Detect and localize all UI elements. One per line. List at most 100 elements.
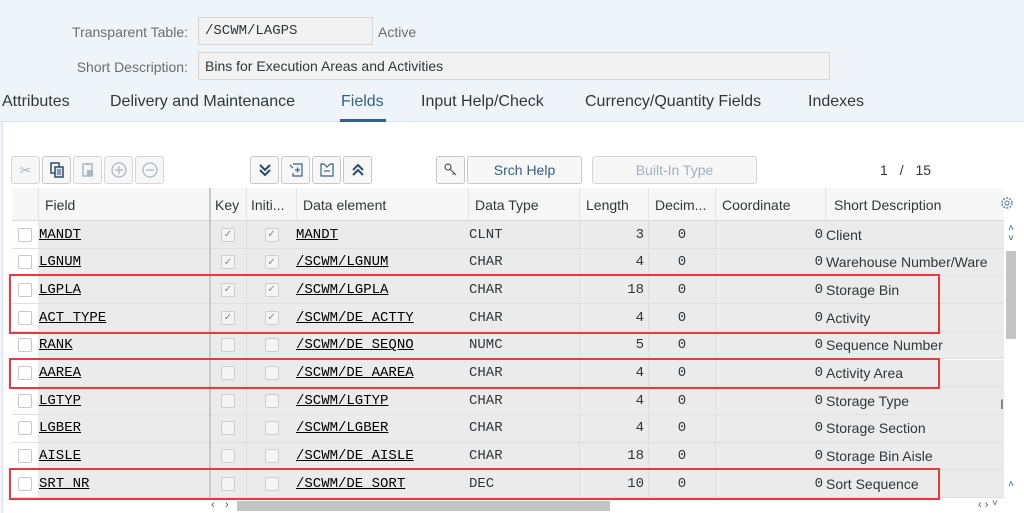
length-cell[interactable]: 4 xyxy=(579,414,648,442)
tab-delivery-and-maintenance[interactable]: Delivery and Maintenance xyxy=(110,93,295,111)
field-name-link[interactable]: AISLE xyxy=(39,443,211,470)
data-element-text[interactable]: /SCWM/DE_SEQNO xyxy=(296,337,414,353)
row-selector[interactable] xyxy=(12,442,38,470)
data-element-text[interactable]: /SCWM/DE_ACTTY xyxy=(296,310,414,326)
scroll-right-icon[interactable]: › xyxy=(225,499,229,511)
field-name-link[interactable]: MANDT xyxy=(39,221,211,248)
decimals-cell[interactable]: 0 xyxy=(648,387,715,415)
table-row[interactable]: MANDT ✓ ✓ MANDT CLNT 3 0 0 Client xyxy=(12,221,1004,249)
data-type-cell[interactable]: CHAR xyxy=(469,415,580,442)
data-element-link[interactable]: /SCWM/DE_ACTTY xyxy=(296,304,468,331)
scroll-left-right-icon[interactable]: ‹ › xyxy=(978,499,988,511)
scroll-down-icon[interactable]: ˅ xyxy=(1004,233,1018,244)
data-element-link[interactable]: /SCWM/DE_SORT xyxy=(296,470,468,497)
decimals-cell[interactable]: 0 xyxy=(648,442,715,470)
key-checkbox[interactable] xyxy=(221,449,235,464)
initial-values-checkbox[interactable] xyxy=(264,338,279,353)
coordinate-cell[interactable]: 0 xyxy=(715,359,825,387)
col-header-field[interactable]: Field xyxy=(38,188,210,221)
key-checkbox[interactable] xyxy=(221,338,235,353)
data-element-text[interactable]: /SCWM/DE_SORT xyxy=(296,476,405,492)
field-name-link[interactable]: LGBER xyxy=(39,415,211,442)
data-type-cell[interactable]: CHAR xyxy=(469,249,580,276)
col-header-short-description[interactable]: Short Description xyxy=(825,188,1004,221)
data-element-text[interactable]: /SCWM/LGPLA xyxy=(296,282,388,298)
length-cell[interactable]: 4 xyxy=(579,359,648,387)
data-element-text[interactable]: /SCWM/DE_AISLE xyxy=(296,448,414,464)
coordinate-cell[interactable]: 0 xyxy=(715,331,825,359)
coordinate-cell[interactable]: 0 xyxy=(715,470,825,498)
length-cell[interactable]: 5 xyxy=(579,331,648,359)
expand-all-button[interactable] xyxy=(250,156,279,184)
data-element-link[interactable]: /SCWM/DE_AISLE xyxy=(296,443,468,470)
col-header-initial[interactable]: Initi... xyxy=(246,188,296,221)
insert-row-button[interactable] xyxy=(281,156,310,184)
delete-row-button[interactable] xyxy=(312,156,341,184)
data-element-link[interactable]: /SCWM/LGPLA xyxy=(296,276,468,303)
row-selector[interactable] xyxy=(12,414,38,442)
search-help-button[interactable]: Srch Help xyxy=(467,156,582,184)
data-element-text[interactable]: /SCWM/LGTYP xyxy=(296,393,388,409)
row-select-checkbox[interactable] xyxy=(18,393,32,408)
data-element-link[interactable]: MANDT xyxy=(296,221,468,248)
table-row[interactable]: LGNUM ✓ ✓ /SCWM/LGNUM CHAR 4 0 0 Warehou… xyxy=(12,248,1004,277)
row-selector[interactable] xyxy=(12,470,38,498)
short-description-field[interactable]: Bins for Execution Areas and Activities xyxy=(198,52,830,80)
length-cell[interactable]: 4 xyxy=(579,248,648,276)
key-checkbox[interactable]: ✓ xyxy=(221,255,235,270)
data-element-link[interactable]: /SCWM/DE_AAREA xyxy=(296,360,468,387)
decimals-cell[interactable]: 0 xyxy=(648,221,715,248)
coordinate-cell[interactable]: 0 xyxy=(715,387,825,415)
initial-values-checkbox[interactable] xyxy=(264,449,279,464)
length-cell[interactable]: 4 xyxy=(579,387,648,415)
data-element-text[interactable]: /SCWM/LGNUM xyxy=(296,254,388,270)
row-selector[interactable] xyxy=(12,387,38,415)
data-element-link[interactable]: /SCWM/LGBER xyxy=(296,415,468,442)
table-row[interactable]: LGBER /SCWM/LGBER CHAR 4 0 0 Storage Sec… xyxy=(12,414,1004,443)
data-type-cell[interactable]: CHAR xyxy=(469,304,580,331)
field-name-link[interactable]: AAREA xyxy=(39,360,211,387)
scroll-down-bottom-icon[interactable]: ˅ xyxy=(992,498,998,509)
coordinate-cell[interactable]: 0 xyxy=(715,248,825,276)
field-name-link[interactable]: LGTYP xyxy=(39,387,211,414)
data-element-link[interactable]: /SCWM/LGNUM xyxy=(296,249,468,276)
coordinate-cell[interactable]: 0 xyxy=(715,221,825,248)
data-element-text[interactable]: /SCWM/LGBER xyxy=(296,420,388,436)
table-row[interactable]: AAREA /SCWM/DE_AAREA CHAR 4 0 0 Activity… xyxy=(12,359,1004,388)
table-row[interactable]: AISLE /SCWM/DE_AISLE CHAR 18 0 0 Storage… xyxy=(12,442,1004,471)
table-row[interactable]: RANK /SCWM/DE_SEQNO NUMC 5 0 0 Sequence … xyxy=(12,331,1004,360)
col-header-decimals[interactable]: Decim... xyxy=(648,188,715,221)
data-type-cell[interactable]: CHAR xyxy=(469,276,580,303)
row-selector[interactable] xyxy=(12,248,38,276)
gear-icon[interactable] xyxy=(1000,196,1014,210)
coordinate-cell[interactable]: 0 xyxy=(715,442,825,470)
row-select-checkbox[interactable] xyxy=(18,255,32,270)
vertical-scrollbar[interactable]: ˄ ˅ ˄ xyxy=(1004,221,1018,500)
initial-values-checkbox[interactable]: ✓ xyxy=(264,227,279,242)
row-select-checkbox[interactable] xyxy=(18,227,32,242)
decimals-cell[interactable]: 0 xyxy=(648,276,715,304)
row-select-checkbox[interactable] xyxy=(18,449,32,464)
row-select-checkbox[interactable] xyxy=(18,421,32,436)
data-element-text[interactable]: MANDT xyxy=(296,227,338,243)
data-type-cell[interactable]: CHAR xyxy=(469,360,580,387)
key-checkbox[interactable] xyxy=(221,421,235,436)
data-element-link[interactable]: /SCWM/DE_SEQNO xyxy=(296,332,468,359)
decimals-cell[interactable]: 0 xyxy=(648,304,715,332)
field-name-link[interactable]: LGNUM xyxy=(39,249,211,276)
tab-fields[interactable]: Fields xyxy=(341,93,384,111)
key-checkbox[interactable] xyxy=(221,366,235,380)
col-header-data-type[interactable]: Data Type xyxy=(468,188,579,221)
table-row[interactable]: LGPLA ✓ ✓ /SCWM/LGPLA CHAR 18 0 0 Storag… xyxy=(12,276,1004,305)
col-header-key[interactable]: Key xyxy=(210,188,246,221)
data-type-cell[interactable]: CLNT xyxy=(469,221,580,248)
initial-values-checkbox[interactable] xyxy=(264,366,279,380)
row-select-checkbox[interactable] xyxy=(18,310,32,325)
data-type-cell[interactable]: NUMC xyxy=(469,332,580,359)
coordinate-cell[interactable]: 0 xyxy=(715,414,825,442)
key-checkbox[interactable] xyxy=(221,393,235,408)
decimals-cell[interactable]: 0 xyxy=(648,414,715,442)
coordinate-cell[interactable]: 0 xyxy=(715,304,825,332)
row-selector[interactable] xyxy=(12,359,38,387)
length-cell[interactable]: 3 xyxy=(579,221,648,248)
